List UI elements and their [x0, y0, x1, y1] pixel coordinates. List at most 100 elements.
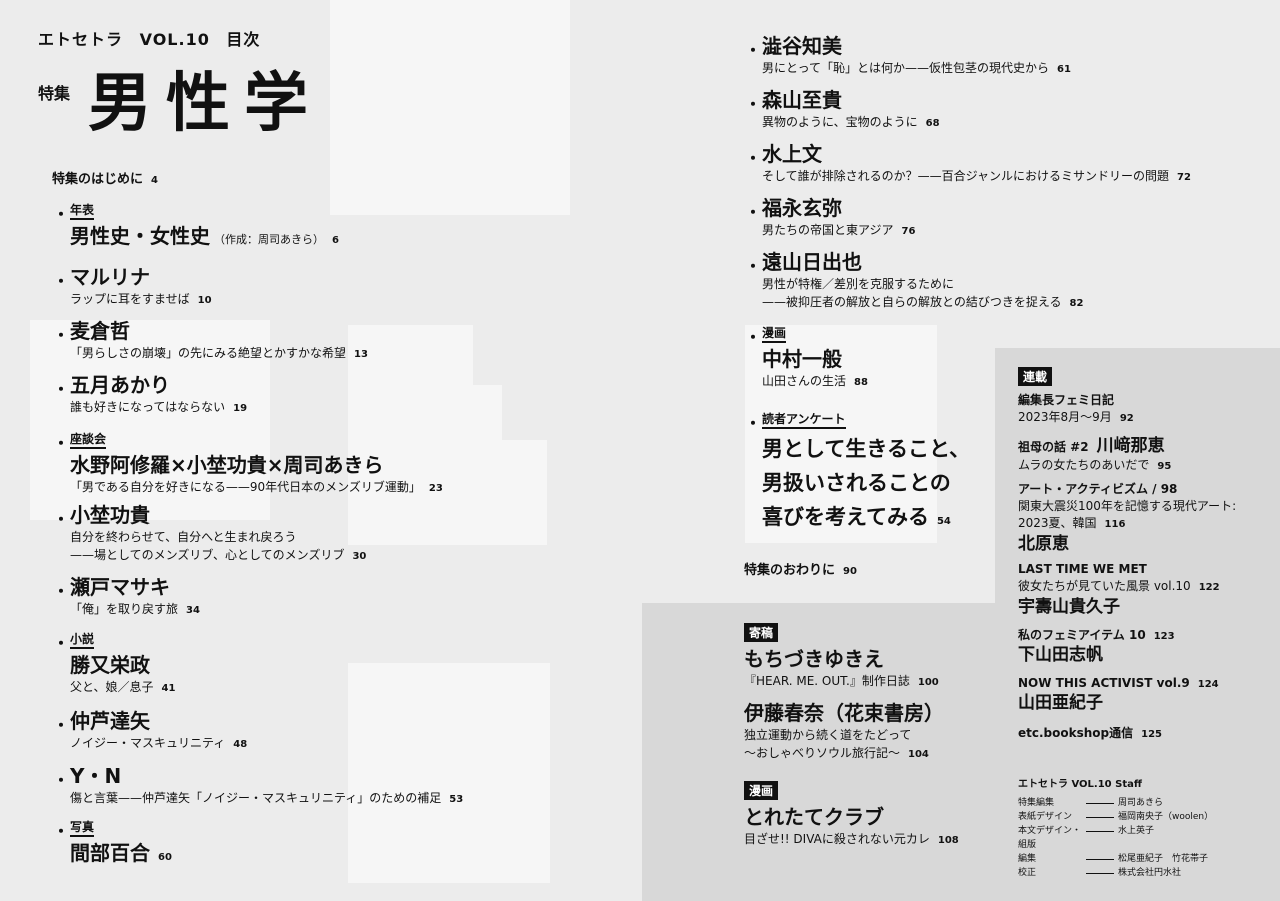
serial-author: 下山田志帆 — [1018, 645, 1103, 665]
entry-name: 森山至貴 — [762, 88, 842, 112]
outro[interactable]: 特集のおわりに 90 — [744, 559, 857, 578]
header: エトセトラ VOL.10 目次 — [38, 26, 270, 50]
staff-divider — [1086, 873, 1114, 880]
entry-name: 福永玄弥 — [762, 196, 842, 220]
toc-entry[interactable]: もちづきゆきえ 『HEAR. ME. OUT.』制作日誌 100 — [744, 646, 944, 692]
staff-role: 表紙デザイン — [1018, 812, 1073, 822]
serial-item[interactable]: etc.bookshop通信 125 — [1018, 722, 1236, 742]
entry-name: 伊藤春奈（花束書房） — [744, 701, 944, 725]
page-number: 125 — [1141, 729, 1163, 740]
staff-role: 校正 — [1018, 868, 1037, 878]
toc-entry[interactable]: ・ マルリナ ラップに耳をすませば 10 — [53, 264, 212, 310]
serial-title: etc.bookshop通信 — [1018, 726, 1134, 740]
serial-item[interactable]: 私のフェミアイテム 10 123 下山田志帆 — [1018, 624, 1236, 666]
toc-entry[interactable]: ・ 年表 男性史・女性史 （作成：周司あきら） 6 — [53, 199, 339, 249]
entry-name: 麦倉哲 — [70, 319, 130, 343]
staff-person: 周司あきら — [1118, 798, 1164, 808]
page-number: 10 — [197, 295, 212, 306]
page-number: 88 — [854, 377, 868, 388]
staff-person: 福岡南央子（woolen） — [1118, 812, 1214, 822]
entry-subtitle: 〜おしゃべりソウル旅行記〜 — [744, 746, 901, 760]
bullet: ・ — [53, 380, 70, 399]
entry-name: 小埜功貴 — [70, 503, 150, 527]
bullet: ・ — [53, 582, 70, 601]
toc-entry[interactable]: ・ 小埜功貴 自分を終わらせて、自分へと生まれ戻ろう ——場としてのメンズリブ、… — [53, 502, 366, 566]
page-number: 53 — [449, 794, 464, 805]
entry-subtitle: 独立運動から続く道をたどって — [744, 728, 912, 742]
bullet: ・ — [745, 328, 762, 347]
page-number: 116 — [1104, 519, 1126, 530]
entry-subtitle: 男たちの帝国と東アジア — [762, 223, 894, 237]
staff-credits: エトセトラ VOL.10 Staff 特集編集 周司あきら 表紙デザイン 福岡南央子… — [1018, 778, 1213, 880]
staff-row: 校正 株式会社円水社 — [1018, 866, 1213, 880]
toc-entry[interactable]: ・ 澁谷知美 男にとって「恥」とは何か——仮性包茎の現代史から 61 — [745, 33, 1071, 79]
entry-subtitle: 自分を終わらせて、自分へと生まれ戻ろう — [70, 530, 297, 544]
toc-entry[interactable]: ・ 漫画 中村一般 山田さんの生活 88 — [745, 322, 868, 392]
serial-item[interactable]: アート・アクティビズム / 98 関東大震災100年を記憶する現代アート: 20… — [1018, 481, 1236, 555]
staff-role: 本文デザイン・組版 — [1018, 826, 1082, 850]
staff-role: 編集 — [1018, 854, 1037, 864]
entry-subtitle: 目ざせ!! DIVAに殺されない元カレ — [744, 832, 930, 846]
bullet: ・ — [745, 95, 762, 114]
bullet: ・ — [745, 149, 762, 168]
survey-entry[interactable]: ・ 読者アンケート 男として生きること、 男扱いされることの 喜びを考えてみる 5… — [745, 408, 971, 539]
entry-name: 瀬戸マサキ — [70, 575, 170, 599]
serial-item[interactable]: 編集長フェミ日記 2023年8月〜9月 92 — [1018, 392, 1236, 427]
serial-subtitle: 2023年8月〜9月 — [1018, 410, 1112, 424]
page-number: 23 — [428, 483, 443, 494]
entry-subtitle: 誰も好きになってはならない — [70, 400, 226, 414]
toc-entry[interactable]: ・ 森山至貴 異物のように、宝物のように 68 — [745, 87, 940, 133]
bullet: ・ — [53, 634, 70, 653]
page-number: 72 — [1177, 172, 1191, 183]
manga-section[interactable]: 漫画 とれたてクラブ 目ざせ!! DIVAに殺されない元カレ 108 — [744, 780, 959, 850]
entry-subtitle: 山田さんの生活 — [762, 374, 847, 388]
toc-entry[interactable]: ・ 麦倉哲 「男らしさの崩壊」の先にみる絶望とかすかな希望 13 — [53, 318, 368, 364]
entry-name: 間部百合 — [70, 841, 150, 865]
serial-item[interactable]: NOW THIS ACTIVIST vol.9 124 山田亜紀子 — [1018, 672, 1236, 714]
toc-entry[interactable]: ・ 座談会 水野阿修羅×小埜功貴×周司あきら 「男である自分を好きになる——90… — [53, 428, 443, 498]
entry-name: 勝又栄政 — [70, 653, 150, 677]
bullet: ・ — [745, 41, 762, 60]
page-number: 41 — [161, 683, 176, 694]
staff-divider — [1086, 803, 1114, 810]
bg-shape — [330, 0, 570, 215]
bullet: ・ — [745, 203, 762, 222]
toc-entry[interactable]: ・ 瀬戸マサキ 「俺」を取り戻す旅 34 — [53, 574, 200, 620]
toc-entry[interactable]: ・ 小説 勝又栄政 父と、娘／息子 41 — [53, 628, 176, 698]
serial-subtitle: 関東大震災100年を記憶する現代アート: — [1018, 499, 1237, 513]
feature-title: 男性学 — [88, 67, 322, 141]
serial-title: LAST TIME WE MET — [1018, 562, 1147, 576]
entry-name: もちづきゆきえ — [744, 647, 884, 671]
serial-item[interactable]: 祖母の話 #2 川﨑那恵 ムラの女たちのあいだで 95 — [1018, 435, 1236, 475]
page-number: 108 — [937, 835, 959, 846]
feature-label: 特集 — [38, 84, 71, 103]
page-number: 122 — [1198, 582, 1220, 593]
contrib-section: 寄稿 もちづきゆきえ 『HEAR. ME. OUT.』制作日誌 100 伊藤春奈（… — [744, 622, 944, 764]
serial-title: 私のフェミアイテム 10 — [1018, 628, 1146, 642]
entry-subtitle: 「俺」を取り戻す旅 — [70, 602, 179, 616]
survey-line: 男として生きること、 — [762, 437, 971, 461]
toc-entry[interactable]: ・ 五月あかり 誰も好きになってはならない 19 — [53, 372, 248, 418]
bullet: ・ — [53, 716, 70, 735]
category-label: 読者アンケート — [762, 412, 846, 429]
intro[interactable]: 特集のはじめに 4 — [52, 168, 158, 187]
serial-subtitle: 2023夏、韓国 — [1018, 516, 1097, 530]
serial-item[interactable]: LAST TIME WE MET 彼女たちが見ていた風景 vol.10 122 宇… — [1018, 561, 1236, 618]
entry-subtitle: ——被抑圧者の解放と自らの解放との結びつきを捉える — [762, 295, 1062, 309]
toc-entry[interactable]: ・ 遠山日出也 男性が特権／差別を克服するために ——被抑圧者の解放と自らの解放… — [745, 249, 1084, 313]
toc-entry[interactable]: ・ 水上文 そして誰が排除されるのか？——百合ジャンルにおけるミサンドリーの問題… — [745, 141, 1191, 187]
bullet: ・ — [745, 414, 762, 433]
toc-entry[interactable]: ・ 福永玄弥 男たちの帝国と東アジア 76 — [745, 195, 915, 241]
staff-person: 株式会社円水社 — [1118, 868, 1182, 878]
page-number: 19 — [233, 403, 248, 414]
toc-entry[interactable]: ・ 仲芦達矢 ノイジー・マスキュリニティ 48 — [53, 708, 247, 754]
entry-subtitle: 『HEAR. ME. OUT.』制作日誌 — [744, 674, 910, 688]
toc-label: 目次 — [226, 30, 261, 49]
toc-entry[interactable]: 伊藤春奈（花束書房） 独立運動から続く道をたどって 〜おしゃべりソウル旅行記〜 1… — [744, 700, 944, 764]
page-number: 82 — [1069, 298, 1084, 309]
category-label: 年表 — [70, 203, 95, 220]
page-number: 4 — [151, 175, 158, 186]
toc-entry[interactable]: ・ 写真 間部百合 60 — [53, 816, 172, 866]
entry-name: 男性史・女性史 — [70, 224, 210, 248]
toc-entry[interactable]: ・ Y・N 傷と言葉——仲芦達矢「ノイジー・マスキュリニティ」のための補足 53 — [53, 763, 464, 809]
